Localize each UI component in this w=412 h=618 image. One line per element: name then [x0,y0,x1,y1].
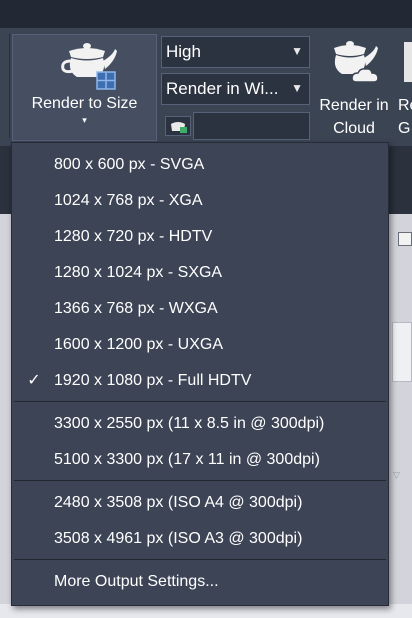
menu-item-3300x2550[interactable]: 3300 x 2550 px (11 x 8.5 in @ 300dpi) [12,406,388,442]
menu-item-label: 800 x 600 px - SVGA [54,156,205,173]
teapot-small-icon [171,122,187,133]
menu-item-1600x1200[interactable]: 1600 x 1200 px - UXGA [12,327,388,363]
render-to-size-label: Render to Size [31,95,138,112]
render-target-dropdown[interactable]: Render in Wi... ▼ [161,73,310,105]
menu-item-label: 1920 x 1080 px - Full HDTV [54,372,252,389]
scroll-down-icon[interactable]: ▽ [393,470,405,484]
menu-item-label: 1280 x 1024 px - SXGA [54,264,223,281]
menu-item-label: More Output Settings... [54,573,219,590]
render-in-cloud-line1: Render in [319,97,389,114]
gallery-icon [404,42,412,82]
menu-item-label: 3300 x 2550 px (11 x 8.5 in @ 300dpi) [54,415,325,432]
menu-item-iso-a4[interactable]: 2480 x 3508 px (ISO A4 @ 300dpi) [12,485,388,521]
checkmark-icon: ✓ [27,372,41,389]
menu-item-1920x1080[interactable]: ✓ 1920 x 1080 px - Full HDTV [12,363,388,399]
viewcube-icon[interactable] [392,322,412,382]
render-in-cloud-label: Render in Cloud [312,94,396,140]
dropdown-arrow-icon: ▼ [291,44,303,58]
title-bar [0,0,412,28]
menu-item-label: 1280 x 720 px - HDTV [54,228,213,245]
menu-separator [14,559,386,560]
menu-item-1280x1024[interactable]: 1280 x 1024 px - SXGA [12,255,388,291]
render-quality-dropdown[interactable]: High ▼ [161,36,310,68]
render-exposure-slider[interactable] [193,112,310,140]
dropdown-arrow-icon: ▼ [291,81,303,95]
menu-item-1024x768[interactable]: 1024 x 768 px - XGA [12,183,388,219]
ribbon-separator [9,34,10,138]
render-gallery-line2: G [398,120,411,137]
menu-item-label: 1366 x 768 px - WXGA [54,300,218,317]
menu-item-more-output-settings[interactable]: More Output Settings... [12,564,388,600]
render-size-menu: 800 x 600 px - SVGA 1024 x 768 px - XGA … [11,142,389,606]
viewport-lower-area [0,604,412,618]
render-target-value: Render in Wi... [166,79,279,98]
render-exposure-row [161,110,310,142]
viewport-control-icon[interactable] [398,232,412,246]
render-in-cloud-line2: Cloud [333,120,375,137]
menu-item-iso-a3[interactable]: 3508 x 4961 px (ISO A3 @ 300dpi) [12,521,388,557]
render-gallery-button[interactable]: Re G [398,34,412,142]
menu-item-5100x3300[interactable]: 5100 x 3300 px (17 x 11 in @ 300dpi) [12,442,388,478]
menu-item-label: 1600 x 1200 px - UXGA [54,336,223,353]
render-quality-value: High [166,42,201,61]
render-to-size-button[interactable]: Render to Size ▾ [12,34,157,141]
render-environment-icon[interactable] [165,116,191,136]
menu-separator [14,480,386,481]
menu-item-label: 5100 x 3300 px (17 x 11 in @ 300dpi) [54,451,320,468]
chevron-down-icon: ▾ [82,115,87,125]
menu-separator [14,401,386,402]
menu-item-800x600[interactable]: 800 x 600 px - SVGA [12,147,388,183]
cloud-render-icon [334,41,379,83]
render-in-cloud-button[interactable]: Render in Cloud [312,34,396,142]
menu-item-1366x768[interactable]: 1366 x 768 px - WXGA [12,291,388,327]
render-gallery-label: Re G [398,94,412,140]
menu-item-label: 3508 x 4961 px (ISO A3 @ 300dpi) [54,530,303,547]
teapot-render-icon [61,43,117,90]
menu-item-label: 1024 x 768 px - XGA [54,192,203,209]
render-gallery-line1: Re [398,97,412,114]
menu-item-label: 2480 x 3508 px (ISO A4 @ 300dpi) [54,494,303,511]
menu-item-1280x720[interactable]: 1280 x 720 px - HDTV [12,219,388,255]
